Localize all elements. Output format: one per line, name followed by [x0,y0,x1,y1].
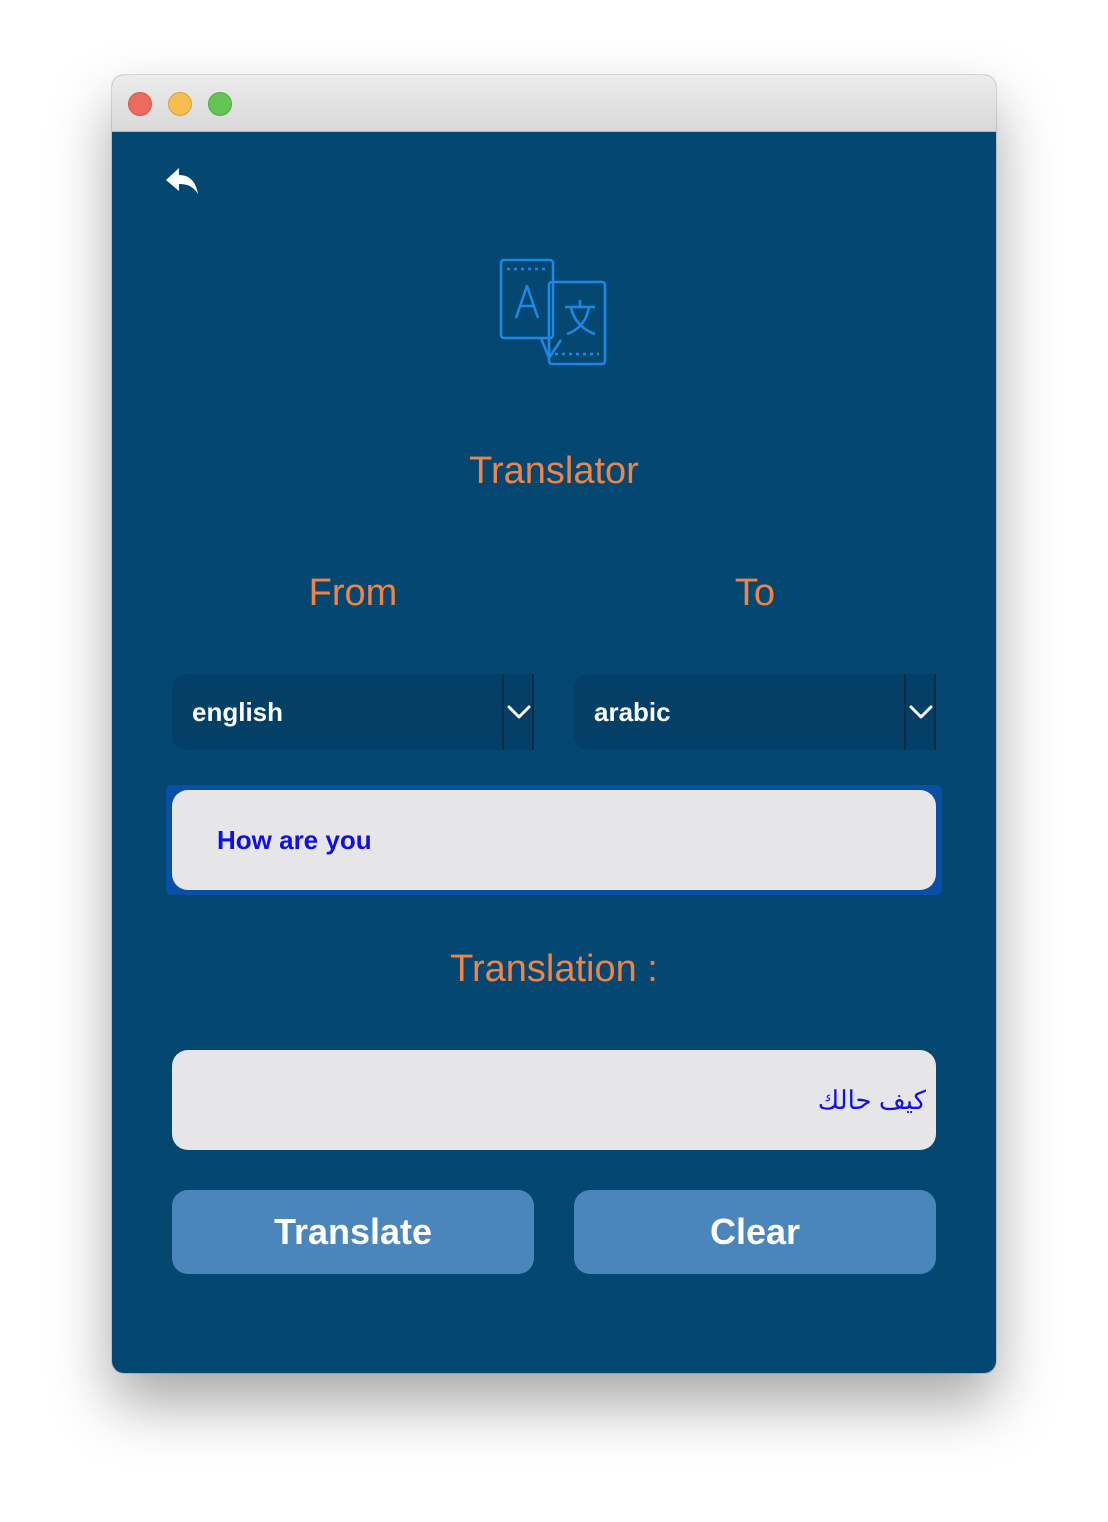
target-language-select[interactable]: arabic [574,674,936,750]
zoom-window-button[interactable] [208,92,232,116]
source-language-select[interactable]: english [172,674,534,750]
app-window: Translator From To english arabic How ar… [112,75,996,1373]
chevron-down-icon [909,705,933,719]
translation-label: Translation : [450,948,658,990]
translate-button[interactable]: Translate [172,1190,534,1274]
source-language-dropdown-button[interactable] [502,674,534,750]
minimize-window-button[interactable] [168,92,192,116]
from-label: From [308,572,398,614]
title-bar [112,75,996,132]
chevron-down-icon [507,705,531,719]
target-language-value: arabic [594,697,671,727]
reply-arrow-icon [166,168,198,194]
app-title: Translator [469,450,639,492]
to-label: To [734,572,776,614]
translation-output: كيف حالك [172,1050,936,1150]
source-text-input[interactable]: How are you [172,790,936,890]
source-language-value: english [192,697,284,727]
main-content: Translator From To english arabic How ar… [112,132,996,1373]
target-language-dropdown-button[interactable] [904,674,936,750]
translate-icon [499,258,607,366]
clear-button[interactable]: Clear [574,1190,936,1274]
back-button[interactable] [162,164,202,200]
close-window-button[interactable] [128,92,152,116]
